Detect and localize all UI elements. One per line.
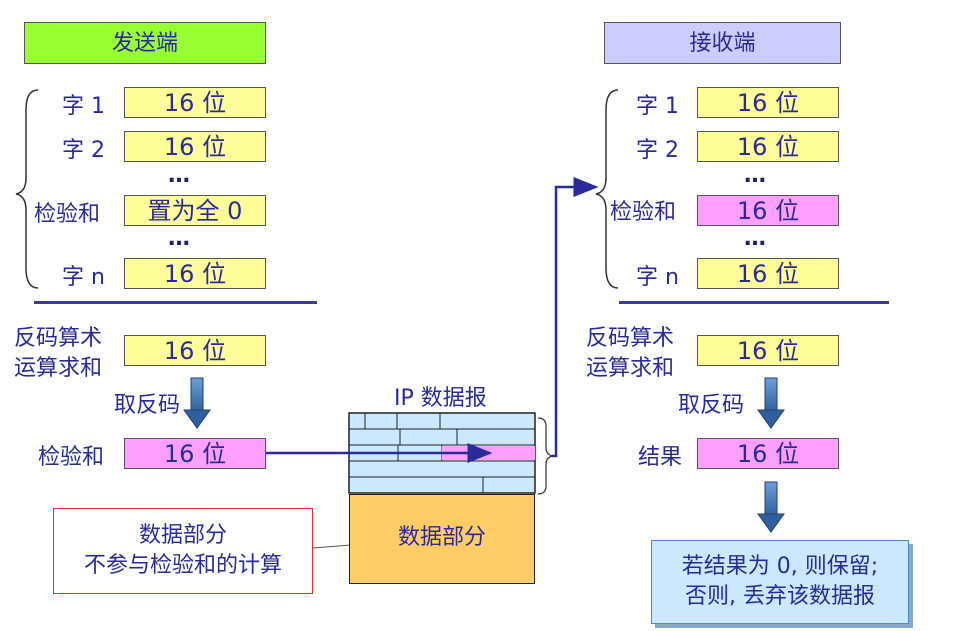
receiver-title: 接收端 xyxy=(689,31,756,56)
datagram-bracket xyxy=(537,417,554,495)
data-note-box: 数据部分 不参与检验和的计算 xyxy=(53,508,313,594)
receiver-sum-field: 16 位 xyxy=(697,335,839,366)
decision-box: 若结果为 0, 则保留; 否则, 丢弃该数据报 xyxy=(651,540,909,624)
sender-ellipsis: … xyxy=(168,163,191,188)
sender-title: 发送端 xyxy=(111,31,178,56)
receiver-sum-label-line1: 反码算术 xyxy=(586,326,675,351)
sender-complement-label: 取反码 xyxy=(114,393,181,418)
sender-header: 发送端 xyxy=(24,22,266,64)
receiver-result-label: 结果 xyxy=(638,445,683,470)
sender-word-n-field: 16 位 xyxy=(124,258,266,289)
sender-sum-field: 16 位 xyxy=(124,335,266,366)
datagram-data-part: 数据部分 xyxy=(349,494,535,584)
receiver-sum-label-line2: 运算求和 xyxy=(586,356,675,381)
receiver-word-1-field: 16 位 xyxy=(697,87,839,118)
receiver-row-label: 字 1 xyxy=(636,94,679,119)
sender-row-label: 字 2 xyxy=(62,138,105,163)
receiver-row-label: 字 n xyxy=(636,265,679,290)
decision-line2: 否则, 丢弃该数据报 xyxy=(685,584,875,609)
result-down-arrow xyxy=(757,481,785,533)
receiver-ellipsis: … xyxy=(744,163,767,188)
sender-sum-label-line2: 运算求和 xyxy=(14,356,103,381)
receiver-down-arrow xyxy=(757,377,785,429)
sender-sum-rule xyxy=(34,301,317,304)
receiver-ellipsis: … xyxy=(744,226,767,251)
receiver-row-label: 字 2 xyxy=(636,138,679,163)
datagram-title: IP 数据报 xyxy=(394,386,487,411)
sender-row-label: 字 1 xyxy=(62,94,105,119)
receiver-complement-label: 取反码 xyxy=(678,393,745,418)
sender-row-label: 检验和 xyxy=(34,202,101,227)
sender-word-2-field: 16 位 xyxy=(124,131,266,162)
receiver-result-field: 16 位 xyxy=(697,438,839,469)
sender-checksum-zero-field: 置为全 0 xyxy=(124,195,266,226)
datagram-data-part-label: 数据部分 xyxy=(397,525,486,550)
sender-brace xyxy=(15,89,39,289)
receiver-header: 接收端 xyxy=(604,22,841,64)
receiver-brace xyxy=(595,89,619,289)
decision-line1: 若结果为 0, 则保留; xyxy=(681,554,879,579)
receiver-checksum-field: 16 位 xyxy=(697,195,839,226)
sender-row-label: 字 n xyxy=(62,265,105,290)
data-note-line2: 不参与检验和的计算 xyxy=(83,553,282,578)
data-note-line1: 数据部分 xyxy=(138,523,227,548)
receiver-word-2-field: 16 位 xyxy=(697,131,839,162)
sender-sum-label-line1: 反码算术 xyxy=(14,326,103,351)
receiver-word-n-field: 16 位 xyxy=(697,258,839,289)
receiver-sum-rule xyxy=(619,301,889,304)
sender-down-arrow xyxy=(183,377,211,429)
sender-ellipsis: … xyxy=(168,226,191,251)
sender-checksum-label: 检验和 xyxy=(38,445,105,470)
sender-word-1-field: 16 位 xyxy=(124,87,266,118)
receiver-row-label: 检验和 xyxy=(610,200,677,225)
sender-checksum-field: 16 位 xyxy=(124,438,266,469)
